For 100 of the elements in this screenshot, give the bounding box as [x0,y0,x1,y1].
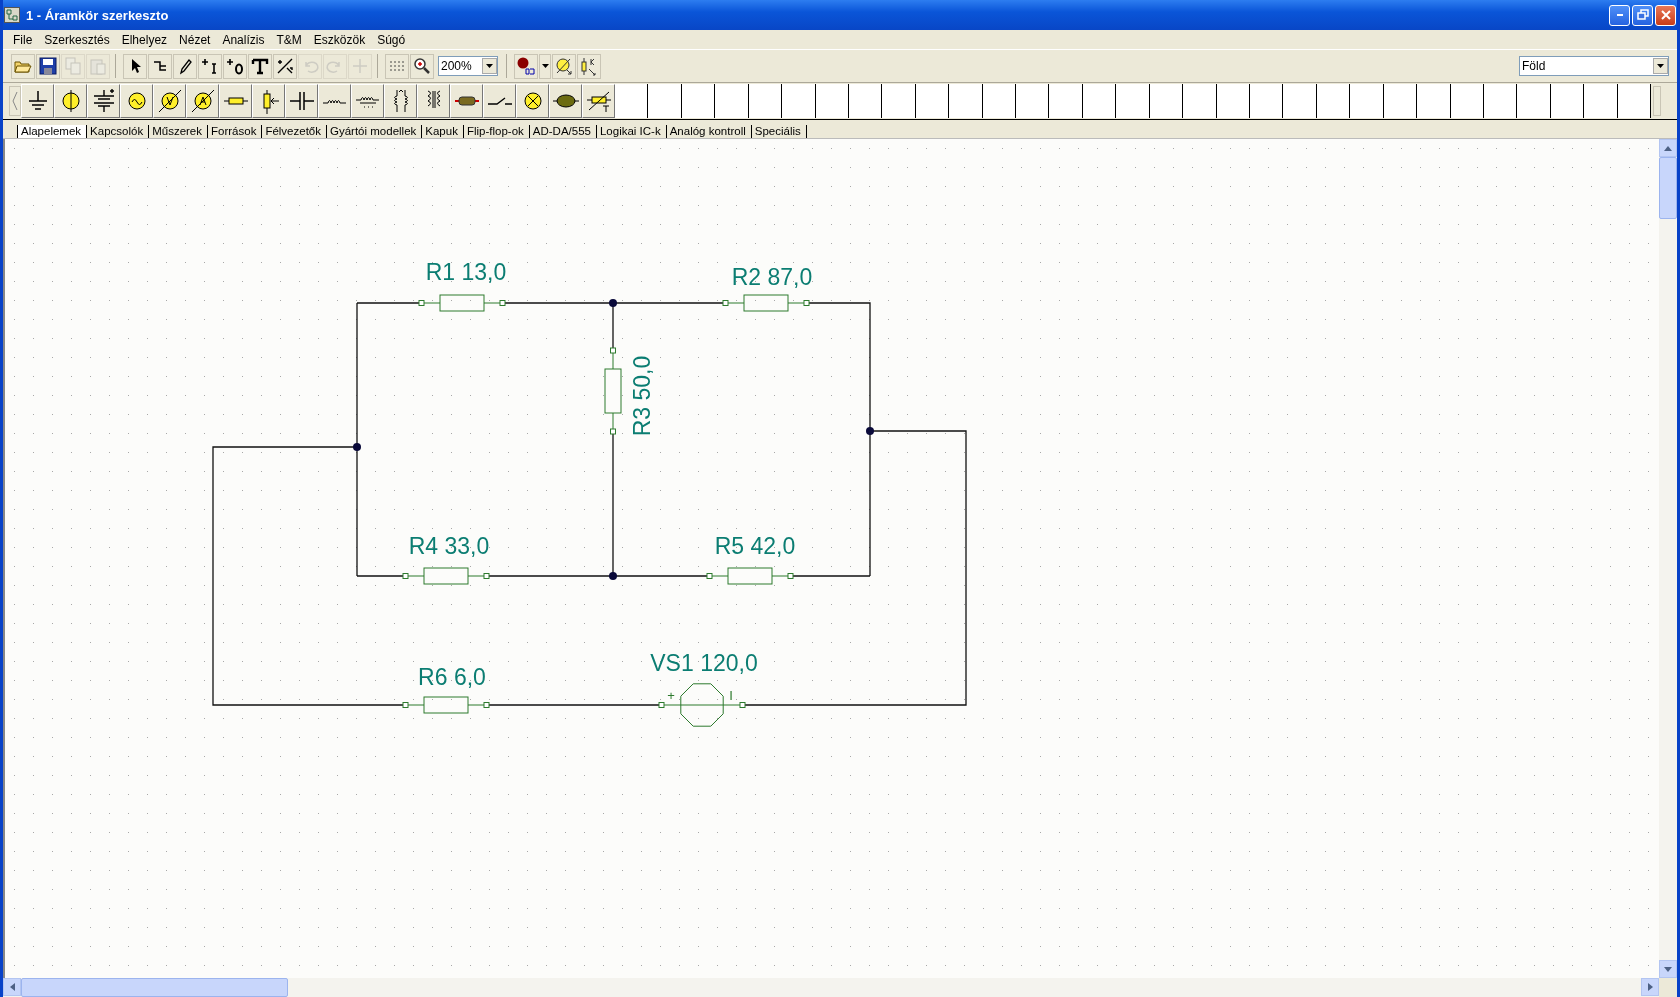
text-tool-button[interactable] [248,53,272,79]
vertical-scrollbar[interactable] [1659,139,1677,978]
menu-item[interactable]: Analízis [216,32,271,47]
palette-tab[interactable]: Alapelemek [17,125,88,138]
junction-dot [866,427,874,435]
palette-motor-button[interactable] [549,84,582,118]
dc-analysis-button[interactable] [514,53,538,79]
add-input-button[interactable] [198,53,222,79]
junction-dot [609,572,617,580]
component-label: R4 33,0 [408,533,490,559]
minimize-button[interactable] [1609,4,1630,26]
scroll-right-button[interactable] [1641,978,1659,996]
palette-tab[interactable]: Logikai IC-k [596,125,667,138]
menu-item[interactable]: Elhelyez [115,32,174,47]
restore-button[interactable] [1632,4,1653,26]
palette-battery-button[interactable] [87,84,120,118]
open-button[interactable] [11,53,35,79]
window-title: 1 - Áramkör szerkeszto [26,7,169,23]
arrow-up-icon [1664,145,1672,151]
chevron-left-icon [12,91,18,111]
horizontal-scrollbar[interactable] [3,978,1677,997]
save-button[interactable] [36,53,60,79]
arrow-right-icon [1647,983,1653,991]
palette-tab[interactable]: Analóg kontroll [666,125,752,138]
resistor-arrow-icon [579,56,599,76]
magnifier-icon [412,56,432,76]
palette-ac-source-button[interactable] [120,84,153,118]
palette-coupled-inductors-button[interactable] [384,84,417,118]
palette-inductor-button[interactable] [318,84,351,118]
palette-voltmeter-button[interactable] [153,84,186,118]
plus-terminal-mark: + [667,688,675,703]
junction-dot [609,299,617,307]
zoom-dropdown[interactable]: 200% [438,56,498,76]
palette-tab[interactable]: Félvezetők [262,125,327,138]
menu-item[interactable]: Nézet [173,32,217,47]
palette-switch-button[interactable] [483,84,516,118]
minus-terminal-mark: I [729,688,733,703]
voltmeter-icon [554,56,574,76]
palette-tab[interactable]: Műszerek [149,125,208,138]
app-icon [4,7,20,23]
scroll-up-button[interactable] [1659,139,1677,157]
pencil-tool-button[interactable] [173,53,197,79]
palette-capacitor-button[interactable] [285,84,318,118]
crosshair-icon [350,56,370,76]
component-label: R3 50,0 [629,355,655,437]
meter-button[interactable] [552,53,576,79]
select-tool-button[interactable] [123,53,147,79]
palette-potentiometer-button[interactable] [252,84,285,118]
close-icon [1659,9,1672,21]
palette-tab[interactable]: Gyártói modellek [327,125,423,138]
palette-tab[interactable]: Flip-flop-ok [463,125,530,138]
arrow-down-icon [1664,966,1672,972]
dc-icon [516,56,536,76]
restore-icon [1636,9,1649,21]
plus-zero-icon [225,56,245,76]
scrollbar-thumb[interactable] [1659,157,1677,219]
tuner-button[interactable] [577,53,601,79]
copy-icon [63,56,83,76]
ground-dropdown[interactable]: Föld [1519,56,1669,76]
dc-dropdown-button[interactable] [539,53,551,79]
scrollbar-thumb[interactable] [21,978,288,997]
palette-ammeter-button[interactable] [186,84,219,118]
palette-resistor-button[interactable] [219,84,252,118]
minimize-icon [1616,14,1623,16]
arrow-left-icon [9,983,15,991]
component-label: R1 13,0 [425,259,507,285]
palette-tab[interactable]: AD-DA/555 [529,125,597,138]
junction-dot [353,443,361,451]
zoom-button[interactable] [410,53,434,79]
edit-arrow-button[interactable] [273,53,297,79]
component-label: R6 6,0 [418,664,486,690]
palette-tab[interactable]: Források [208,125,263,138]
palette-ground-button[interactable] [21,84,54,118]
menu-item[interactable]: Szerkesztés [38,32,116,47]
menu-item[interactable]: T&M [270,32,308,47]
menu-item[interactable]: Eszközök [307,32,372,47]
palette-current-source-button[interactable] [54,84,87,118]
scroll-left-button[interactable] [3,978,21,996]
caret-icon [541,64,549,68]
menu-item[interactable]: Súgó [371,32,412,47]
palette-tab[interactable]: Kapcsolók [87,125,150,138]
palette-transformer-button[interactable] [417,84,450,118]
menu-item[interactable]: File [7,32,39,47]
component-label: R2 87,0 [731,264,813,290]
palette-tab[interactable]: Kapuk [422,125,464,138]
switch-icon [485,96,514,106]
component-label: R5 42,0 [714,533,796,559]
palette-tab[interactable]: Speciális [751,125,807,138]
palette-core-inductor-button[interactable] [351,84,384,118]
palette-thermistor-button[interactable] [582,84,615,118]
scroll-down-button[interactable] [1659,960,1677,978]
arrow-icon [275,56,295,76]
component-label: VS1 120,0 [650,650,758,676]
add-output-button[interactable] [223,53,247,79]
close-button[interactable] [1655,4,1676,26]
palette-cable-button[interactable] [450,84,483,118]
wire-tool-button[interactable] [148,53,172,79]
paste-icon [88,56,108,76]
text-icon [250,56,270,76]
palette-lamp-button[interactable] [516,84,549,118]
